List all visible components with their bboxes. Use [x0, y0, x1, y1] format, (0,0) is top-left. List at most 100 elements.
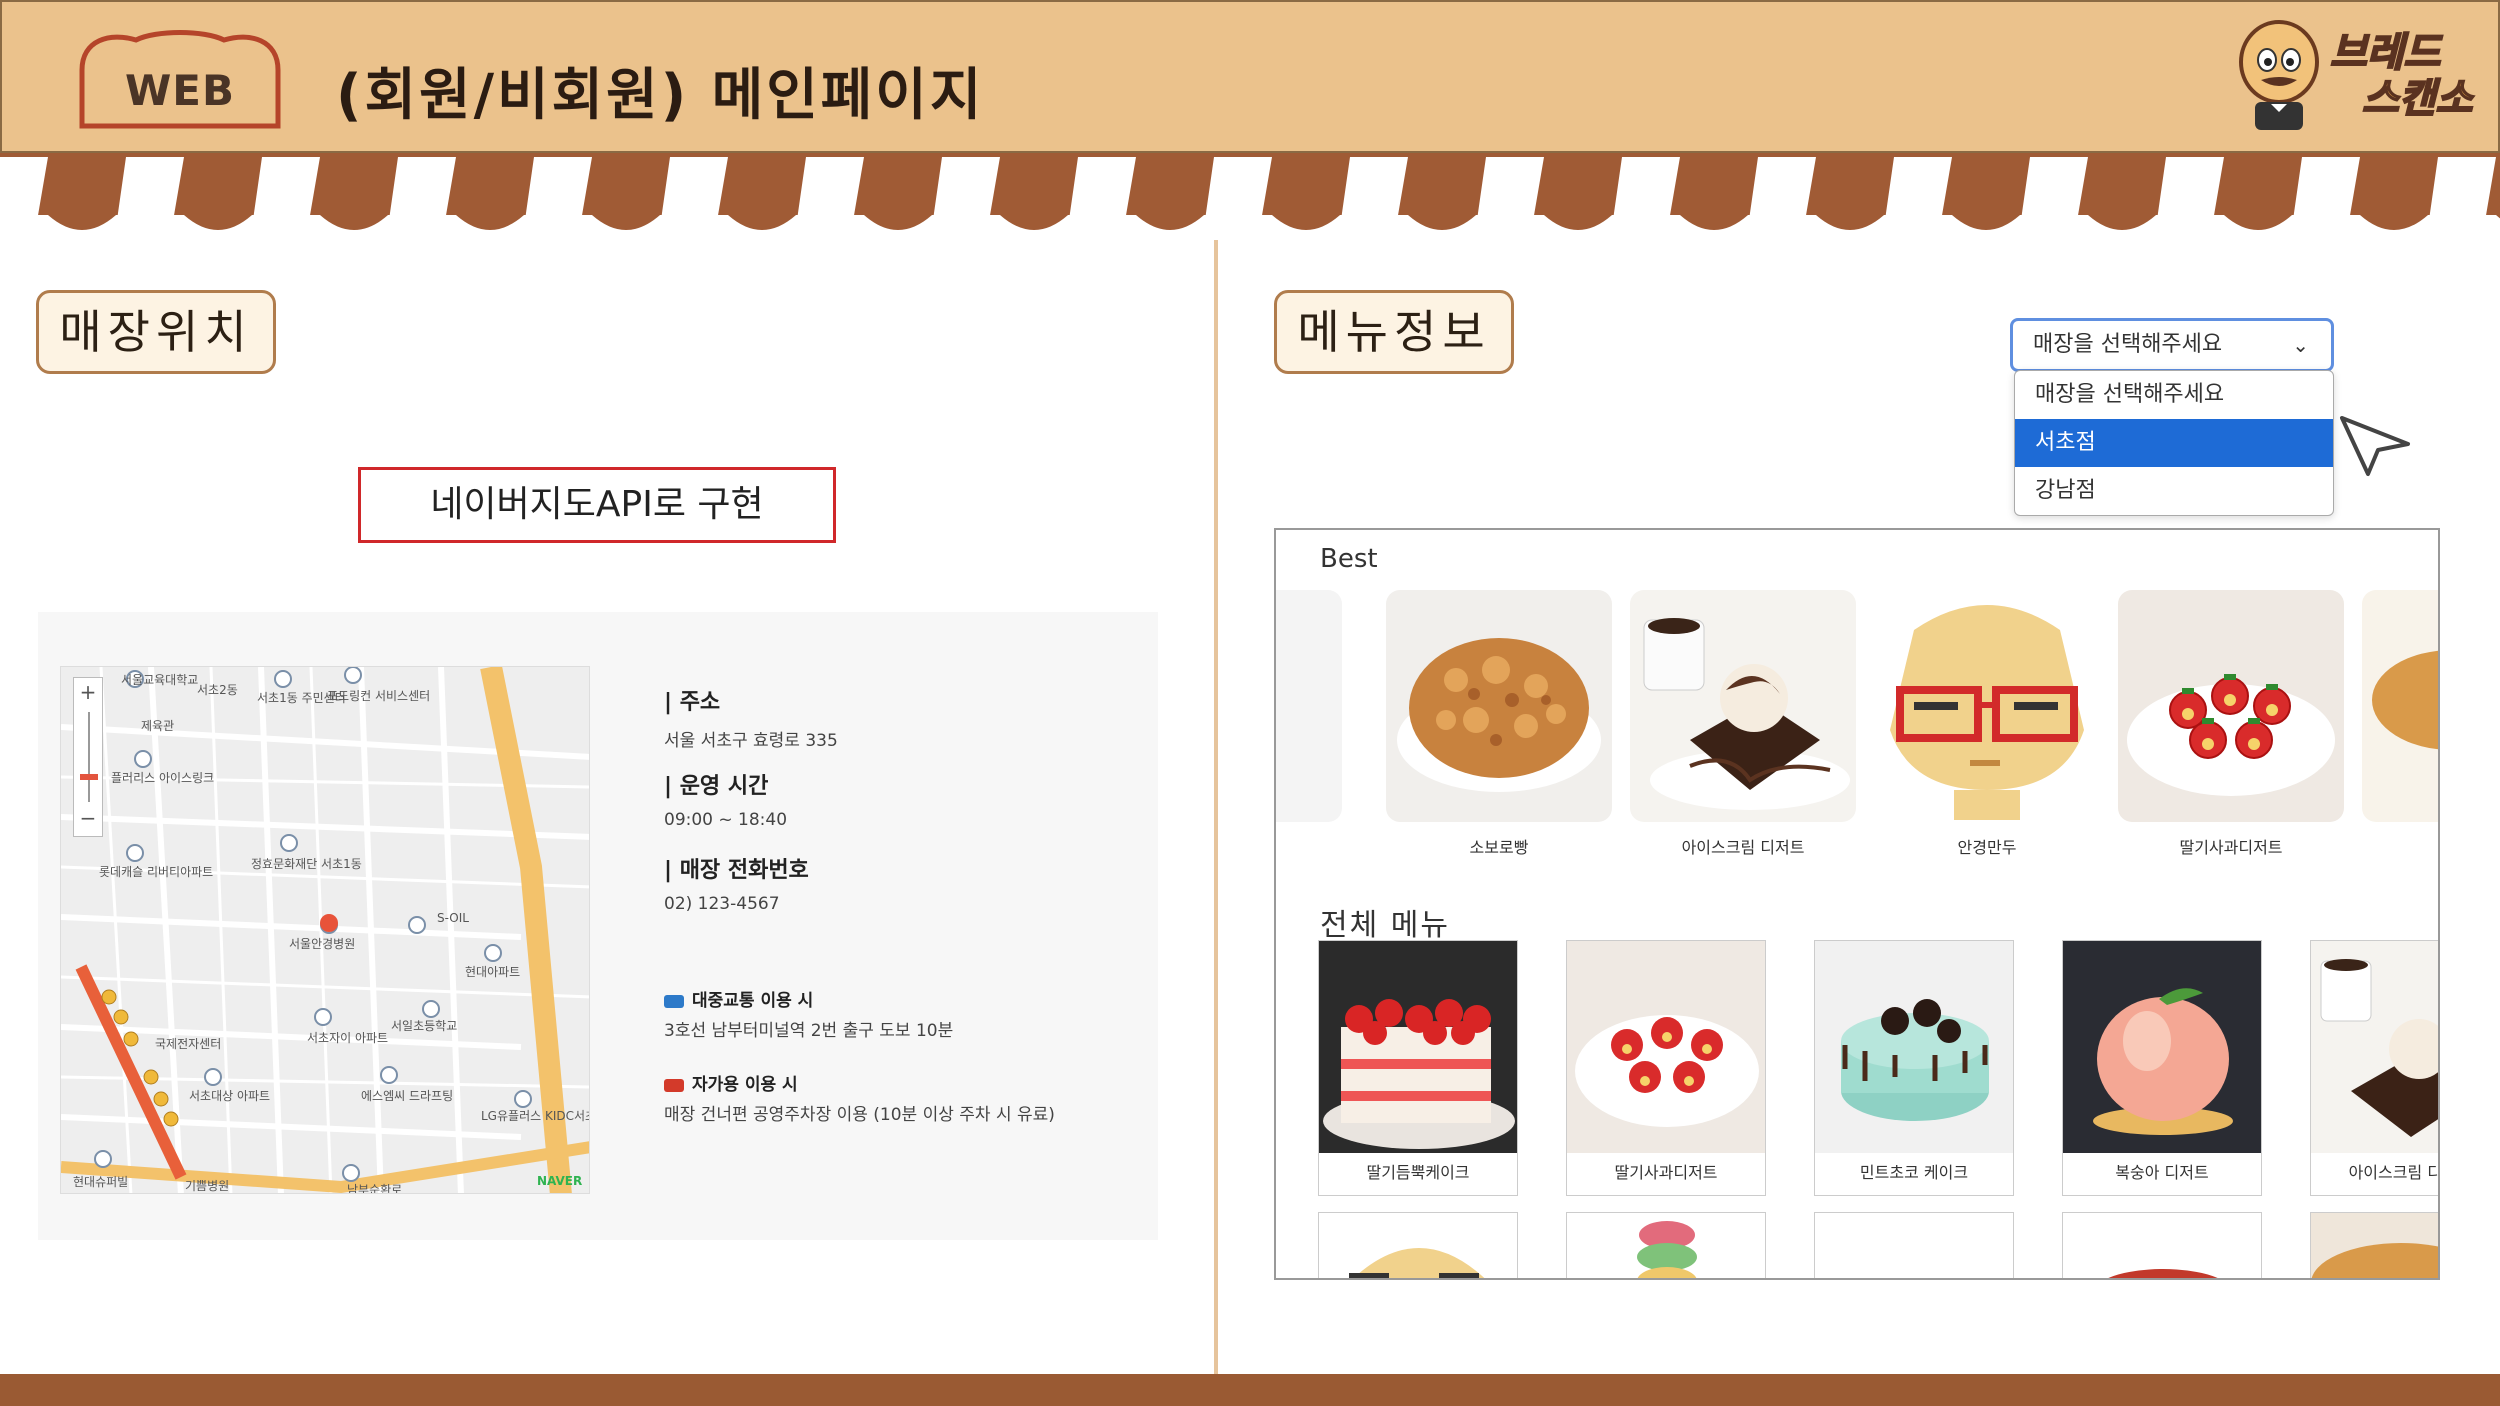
awning-stripe: [1748, 157, 1816, 234]
menu-card-partial: [2310, 1212, 2438, 1278]
awning-stripe: [116, 157, 184, 234]
map-zoom-in-button[interactable]: +: [74, 680, 102, 704]
store-select[interactable]: 매장을 선택해주세요 ⌄: [2010, 318, 2334, 372]
awning-stripe: [524, 157, 592, 234]
best-item-partial: [2362, 590, 2438, 822]
car-heading: 자가용 이용 시: [664, 1070, 798, 1095]
map-label: 서초대상 아파트: [189, 1089, 271, 1103]
awning-stripe: [1884, 157, 1952, 234]
store-select-value: 매장을 선택해주세요: [2033, 332, 2223, 357]
hours-label: | 운영 시간: [664, 774, 769, 799]
awning-stripe: [1204, 157, 1272, 234]
awning-stripe: [320, 215, 388, 230]
map-label: 에스엠씨 드라프팅: [361, 1089, 454, 1103]
transit-label: 대중교통 이용 시: [692, 991, 814, 1011]
awning-stripe: [2156, 157, 2224, 234]
menu-card-label: 아이스크림 디저트: [2348, 1163, 2438, 1182]
store-option-seocho[interactable]: 서초점: [2015, 419, 2333, 467]
car-icon: [664, 1078, 684, 1092]
menu-card-peach-dessert[interactable]: 복숭아 디저트: [2062, 940, 2262, 1196]
awning-stripe: [2020, 157, 2088, 234]
store-select-dropdown: 매장을 선택해주세요 서초점 강남점: [2014, 370, 2334, 516]
best-item-icecream[interactable]: 아이스크림 디저트: [1630, 590, 1856, 858]
awning-stripe: [48, 215, 116, 230]
awning-stripe: [1952, 215, 2020, 230]
map-label: 서초자이 아파트: [307, 1031, 389, 1045]
awning-decoration: [0, 153, 2500, 234]
awning-stripe: [456, 215, 524, 230]
car-label: 자가용 이용 시: [692, 1075, 798, 1095]
page-footer-bar: [0, 1374, 2500, 1406]
awning-stripe: [252, 157, 320, 234]
icecream-dessert-image: [1630, 590, 1856, 822]
map-zoom-out-button[interactable]: −: [74, 806, 102, 830]
awning-stripe: [592, 215, 660, 230]
best-item-sobolo[interactable]: 소보로빵: [1386, 590, 1612, 858]
map-label: 정효문화재단 서초1동: [251, 857, 362, 871]
menu-card-partial: [1814, 1212, 2014, 1278]
best-item-glasses-dumpling[interactable]: 안경만두: [1874, 590, 2100, 858]
awning-stripe: [1000, 215, 1068, 230]
map-label: 서초2동: [197, 683, 238, 697]
awning-stripe: [2496, 215, 2500, 219]
car-value: 매장 건너편 공영주차장 이용 (10분 이상 주차 시 유료): [664, 1105, 1055, 1125]
strawberry-apple-dessert-image: [2118, 590, 2344, 822]
awning-stripe: [2224, 215, 2292, 230]
icecream-dessert-image: [2311, 941, 2438, 1153]
best-item-label: 아이스크림 디저트: [1681, 838, 1805, 857]
awning-stripe: [1136, 215, 1204, 230]
menu-card-strawberry-cake[interactable]: 딸기듬뿍케이크: [1318, 940, 1518, 1196]
menu-card-label: 복숭아 디저트: [2115, 1163, 2209, 1182]
awning-stripe: [2088, 215, 2156, 230]
awning-stripe: [2292, 157, 2360, 234]
glasses-dumpling-image: [1874, 590, 2100, 822]
peach-dessert-image: [2063, 941, 2261, 1153]
map-label: 서일초등학교: [391, 1019, 458, 1033]
address-value: 서울 서초구 효령로 335: [664, 731, 838, 751]
awning-stripe: [1612, 157, 1680, 234]
map-zoom-control[interactable]: + −: [73, 677, 103, 837]
awning-stripe: [184, 215, 252, 230]
menu-card-partial: [1318, 1212, 1518, 1278]
awning-stripe: [1272, 215, 1340, 230]
awning-stripe: [1544, 215, 1612, 230]
map-label: 현대슈퍼빌: [73, 1175, 129, 1189]
menu-info-heading: 메뉴정보: [1274, 290, 1514, 374]
awning-stripe: [1340, 157, 1408, 234]
web-badge-label: WEB: [124, 66, 236, 115]
all-menu-title: 전체 메뉴: [1320, 908, 1450, 943]
awning-stripe: [932, 157, 1000, 234]
menu-card-label: 딸기사과디저트: [1614, 1163, 1718, 1182]
awning-stripe: [1680, 215, 1748, 230]
api-note: 네이버지도API로 구현: [358, 467, 836, 543]
bus-icon: [664, 994, 684, 1008]
awning-stripe: [0, 157, 48, 234]
awning-stripe: [2428, 157, 2496, 234]
menu-card-mint-choco-cake[interactable]: 민트초코 케이크: [1814, 940, 2014, 1196]
map-label: 제육관: [141, 719, 175, 733]
best-item-strawberry-apple[interactable]: 딸기사과디저트: [2118, 590, 2344, 858]
brand-logo-line2: 스캔소: [2361, 75, 2473, 123]
naver-map[interactable]: NAVER + − 서울교육대학교 서초2동 서초1동 주민센터 포도링컨 서비…: [60, 666, 590, 1194]
store-option-gangnam[interactable]: 강남점: [2015, 467, 2333, 515]
menu-card-label: 딸기듬뿍케이크: [1366, 1163, 1470, 1182]
awning-stripe: [660, 157, 728, 234]
menu-card-icecream-dessert[interactable]: 아이스크림 디저트: [2310, 940, 2438, 1196]
store-option[interactable]: 매장을 선택해주세요: [2015, 371, 2333, 419]
menu-card-strawberry-apple[interactable]: 딸기사과디저트: [1566, 940, 1766, 1196]
menu-panel: Best ‹ 소보로빵 아이스크림: [1274, 528, 2440, 1280]
naver-logo: NAVER: [537, 1174, 582, 1188]
map-label: 포도링컨 서비스센터: [327, 689, 431, 703]
best-item-label: 딸기사과디저트: [2179, 838, 2283, 857]
web-badge: WEB: [70, 26, 290, 136]
address-label: | 주소: [664, 690, 721, 715]
transit-heading: 대중교통 이용 시: [664, 986, 813, 1011]
best-title: Best: [1320, 544, 1378, 574]
chevron-down-icon: ⌄: [2292, 333, 2309, 357]
strawberry-apple-dessert-image: [1567, 941, 1765, 1153]
sobolo-bread-image: [1386, 590, 1612, 822]
menu-card-label: 민트초코 케이크: [1859, 1163, 1969, 1182]
transit-value: 3호선 남부터미널역 2번 출구 도보 10분: [664, 1021, 954, 1041]
map-label: LG유플러스 KIDC서초2센터: [481, 1109, 589, 1123]
phone-value[interactable]: 02) 123-4567: [664, 894, 780, 914]
